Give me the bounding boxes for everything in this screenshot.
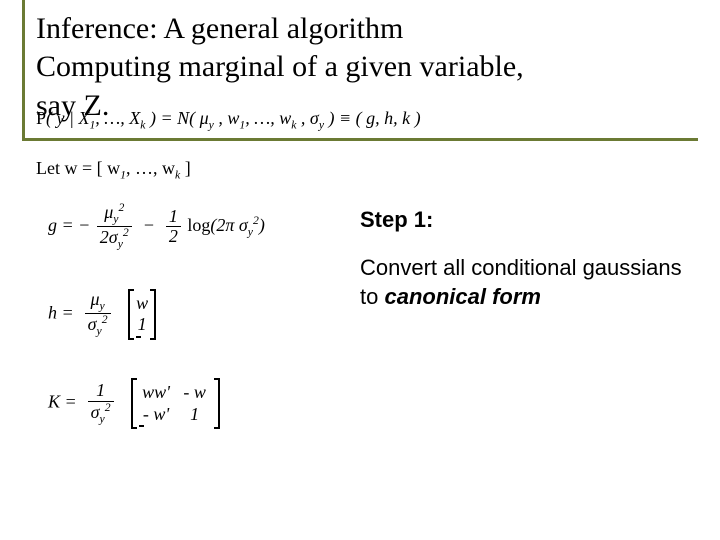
equation-K: K = 1 σy2 ww' - w - w' 1 [48, 380, 222, 427]
frac-one-over-sigma2: 1 σy2 [88, 381, 114, 426]
conditional-gaussian-defn: P( y | X1, …, Xk ) = N( μy , w1, …, wk ,… [36, 108, 421, 132]
title-vertical-rule [22, 0, 25, 138]
step-1-heading: Step 1: [360, 205, 690, 235]
slide: Inference: A general algorithm Computing… [0, 0, 720, 540]
title-underline [22, 138, 698, 141]
step-1-body: Convert all conditional gaussians to can… [360, 253, 690, 312]
step-1-emph: canonical form [384, 284, 540, 309]
title-line-2: Computing marginal of a given variable, [36, 50, 524, 83]
frac-mu2-over-2sigma2: μy2 2σy2 [97, 202, 132, 252]
vector-w-1: w 1 [128, 291, 156, 338]
let-w-definition: Let w = [ w1, …, wk ] [36, 158, 191, 182]
frac-mu-over-sigma2: μy σy2 [85, 290, 111, 339]
equation-g: g = − μy2 2σy2 − 1 2 log(2π σy2) [48, 202, 265, 252]
matrix-K: ww' - w - w' 1 [131, 380, 220, 427]
title-line-1: Inference: A general algorithm [36, 12, 403, 45]
step-1-block: Step 1: Convert all conditional gaussian… [360, 205, 690, 312]
equation-h: h = μy σy2 w 1 [48, 290, 158, 339]
frac-one-half: 1 2 [166, 207, 181, 248]
